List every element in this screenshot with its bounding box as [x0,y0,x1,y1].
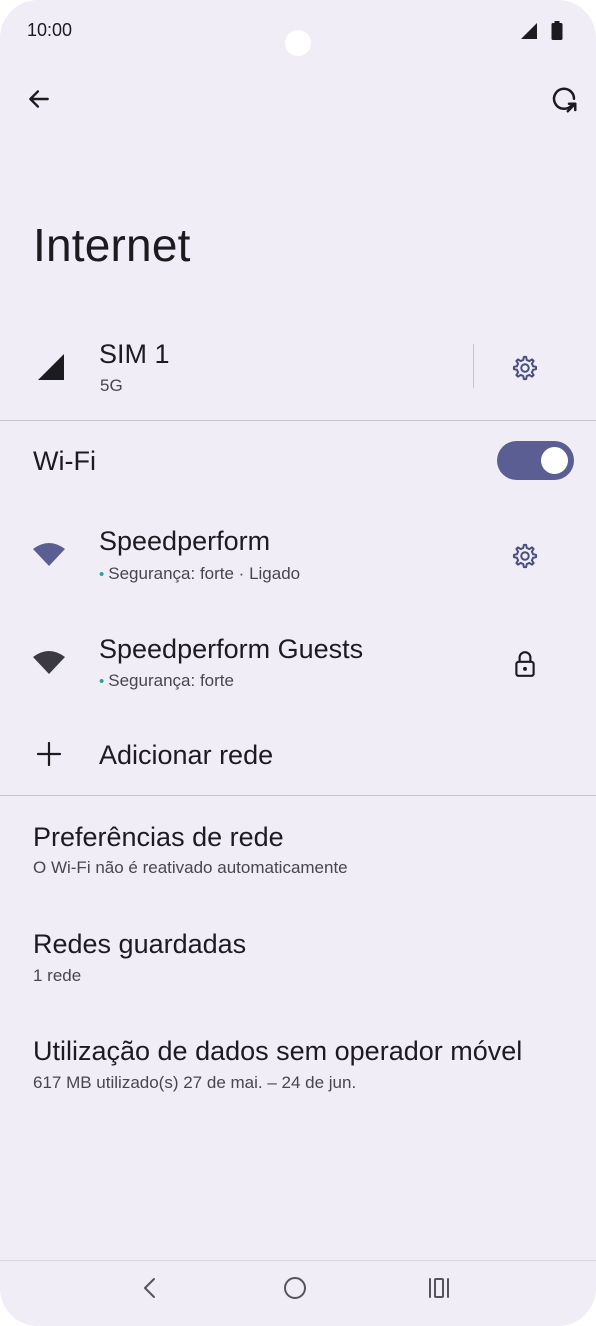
wifi-toggle[interactable] [497,441,574,480]
data-usage-subtitle: 617 MB utilizado(s) 27 de mai. – 24 de j… [33,1073,357,1092]
nav-recents-button[interactable] [425,1274,453,1302]
data-usage-item[interactable]: Utilização de dados sem operador móvel [33,1036,522,1067]
toggle-knob [541,447,568,474]
camera-cutout [285,30,311,56]
network-status: • Segurança: forte · Ligado [99,564,300,584]
wifi-signal-icon [32,649,66,680]
recents-icon [429,1278,449,1298]
cellular-signal-icon [36,352,66,387]
nav-home-button[interactable] [281,1274,309,1302]
saved-networks-subtitle: 1 rede [33,966,82,985]
signal-status-icon [520,22,538,45]
chevron-left-icon [144,1278,155,1298]
wifi-label: Wi-Fi [33,446,96,476]
network-preferences-subtitle: O Wi-Fi não é reativado automaticamente [33,858,348,877]
network-preferences-item[interactable]: Preferências de rede [33,822,284,853]
vertical-divider [473,344,474,388]
section-divider [0,420,596,421]
wifi-signal-icon [32,541,66,572]
plus-icon [36,741,62,772]
sim-settings-button[interactable] [506,349,544,387]
screen: 10:00 Internet SIM 1 5G Wi-Fi Speedperfo… [0,0,596,1326]
network-name[interactable]: Speedperform Guests [99,634,363,665]
battery-icon [551,21,563,46]
nav-back-button[interactable] [136,1274,164,1302]
status-time: 10:00 [27,20,73,40]
network-status-text: Segurança: forte [108,671,234,690]
section-divider [0,795,596,796]
gear-icon [512,543,538,569]
network-settings-button[interactable] [506,537,544,575]
sim-subtitle: 5G [100,376,123,395]
back-button[interactable] [20,80,58,118]
home-circle-icon [284,1277,306,1299]
sim-title[interactable]: SIM 1 [99,339,170,370]
help-feedback-icon [552,87,577,113]
status-dot: • [99,673,105,690]
network-status-text: Segurança: forte · Ligado [108,564,301,583]
lock-icon [515,651,535,677]
arrow-left-icon [29,90,49,108]
status-dot: • [99,566,105,583]
help-button[interactable] [544,80,584,120]
network-name[interactable]: Speedperform [99,526,270,557]
saved-networks-item[interactable]: Redes guardadas [33,929,246,960]
page-title: Internet [33,219,191,271]
add-network-button[interactable]: Adicionar rede [99,740,273,771]
network-status: • Segurança: forte [99,671,234,691]
network-lock-button[interactable] [506,645,544,683]
gear-icon [512,355,538,381]
